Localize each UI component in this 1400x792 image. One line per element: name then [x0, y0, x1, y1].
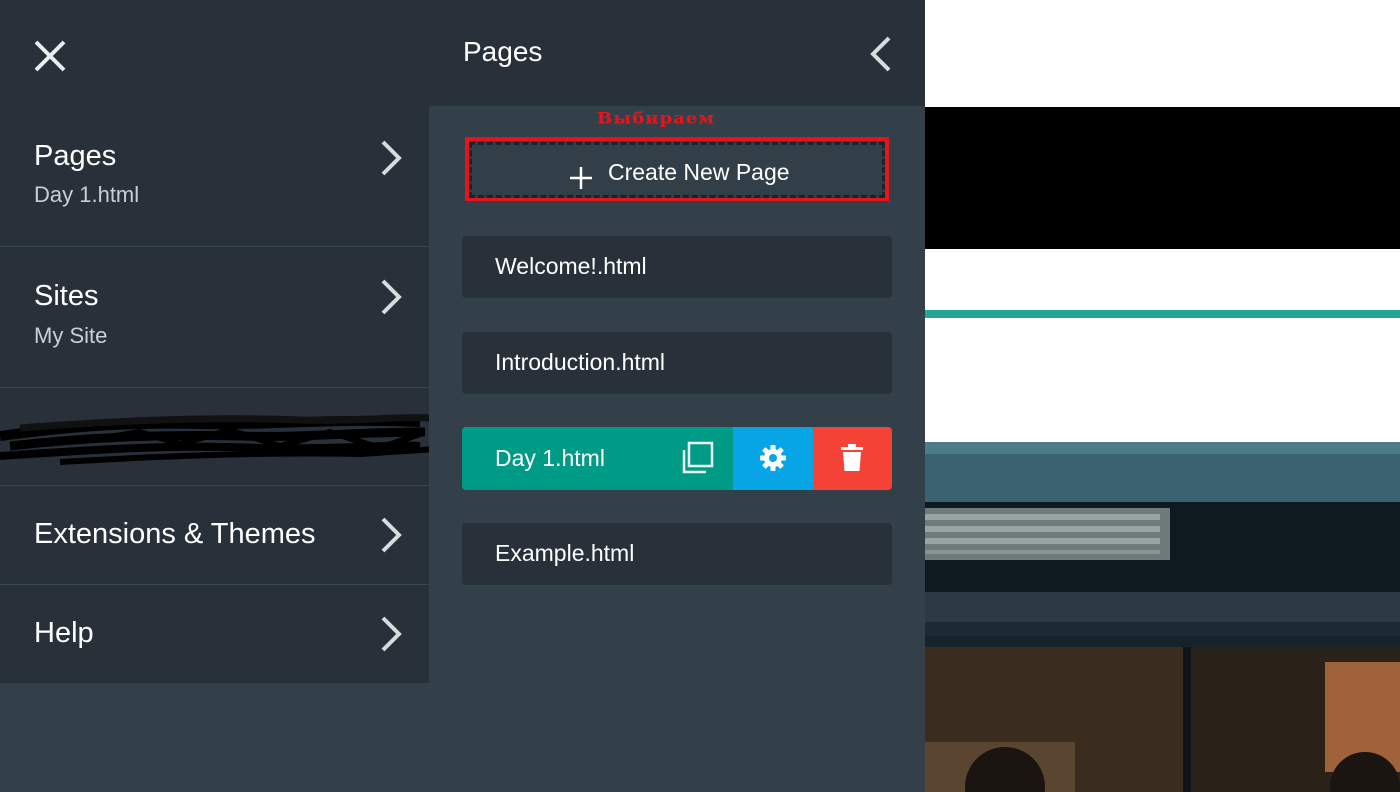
pages-panel-header: Pages: [429, 0, 925, 106]
pages-panel-title: Pages: [463, 36, 543, 67]
preview-hero-image: [925, 442, 1400, 792]
menu-item-extensions-themes[interactable]: Extensions & Themes: [0, 486, 429, 585]
menu-item-subtitle: Day 1.html: [34, 182, 140, 207]
page-name: Day 1.html: [495, 445, 605, 471]
chevron-right-icon: [381, 140, 402, 176]
chevron-right-icon: [381, 517, 402, 553]
menu-item-pages[interactable]: Pages Day 1.html: [0, 106, 429, 247]
menu-item-help[interactable]: Help: [0, 585, 429, 683]
chevron-left-icon[interactable]: [867, 34, 895, 74]
plus-icon: [570, 167, 592, 189]
page-delete-button[interactable]: [813, 427, 892, 490]
page-name: Example.html: [495, 540, 635, 566]
menu-item-title: Pages: [34, 140, 117, 172]
hero-photo-graphic: [925, 442, 1400, 792]
trash-icon: [841, 444, 863, 471]
left-menu-header: [0, 0, 429, 106]
menu-item-title: Help: [34, 617, 94, 649]
page-item[interactable]: Introduction.html: [462, 332, 892, 394]
redacted-menu-item: [0, 388, 576, 486]
preview-header-band: [925, 107, 1400, 249]
chevron-right-icon: [381, 616, 402, 652]
menu-item-title: Sites: [34, 280, 99, 312]
gear-icon: [760, 445, 786, 471]
copy-icon[interactable]: [680, 441, 714, 475]
create-new-page-label: Create New Page: [608, 159, 790, 185]
page-item-active[interactable]: Day 1.html: [462, 427, 734, 490]
page-item[interactable]: Welcome!.html: [462, 236, 892, 298]
page-name: Introduction.html: [495, 349, 666, 375]
menu-item-subtitle: My Site: [34, 323, 108, 348]
preview-accent-line: [925, 310, 1400, 318]
create-new-page-button[interactable]: Create New Page: [469, 142, 885, 198]
annotation-label: Выбираем: [597, 109, 715, 128]
page-name: Welcome!.html: [495, 253, 647, 279]
site-preview: [925, 0, 1400, 792]
left-menu: Pages Day 1.html Sites My Site Extension…: [0, 0, 576, 792]
menu-item-title: Extensions & Themes: [34, 518, 316, 550]
page-item[interactable]: Example.html: [462, 523, 892, 585]
close-icon[interactable]: [30, 36, 70, 76]
pages-panel: Pages Выбираем Create New Page Welcome!.…: [429, 0, 925, 792]
page-settings-button[interactable]: [733, 427, 813, 490]
menu-item-sites[interactable]: Sites My Site: [0, 247, 429, 388]
chevron-right-icon: [381, 279, 402, 315]
